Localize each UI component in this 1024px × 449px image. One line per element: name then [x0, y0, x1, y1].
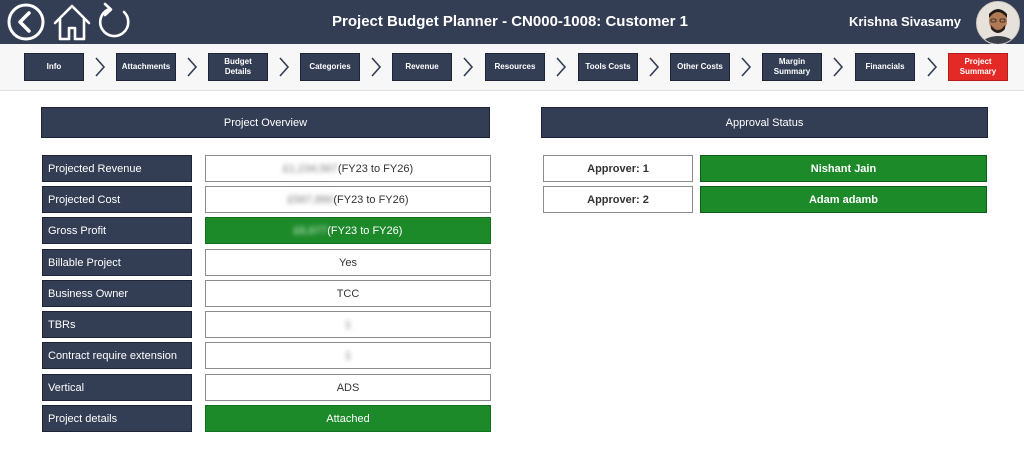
- gross-profit-label: Gross Profit: [42, 217, 192, 244]
- chevron-right-icon: [279, 57, 290, 77]
- step-categories[interactable]: Categories: [300, 53, 360, 81]
- contract-extension-value: 1: [205, 342, 491, 369]
- user-name: Krishna Sivasamy: [848, 14, 961, 29]
- projected-revenue-amount: £1,234,567: [282, 162, 338, 175]
- step-financials[interactable]: Financials: [855, 53, 915, 81]
- chevron-right-icon: [463, 57, 474, 77]
- chevron-right-icon: [649, 57, 660, 77]
- approver-1-name: Nishant Jain: [700, 155, 987, 182]
- billable-project-value: Yes: [205, 249, 491, 276]
- projected-revenue-label: Projected Revenue: [42, 155, 192, 182]
- vertical-value: ADS: [205, 374, 491, 401]
- step-other-costs[interactable]: Other Costs: [670, 53, 730, 81]
- tbrs-label: TBRs: [42, 311, 192, 338]
- contract-extension-label: Contract require extension: [42, 342, 192, 369]
- approval-status-header: Approval Status: [541, 107, 988, 138]
- project-overview-header: Project Overview: [41, 107, 490, 138]
- contract-extension-amount: 1: [344, 349, 352, 362]
- step-info[interactable]: Info: [24, 53, 84, 81]
- step-label: Revenue: [405, 62, 439, 71]
- chevron-right-icon: [741, 57, 752, 77]
- gross-profit-period: (FY23 to FY26): [327, 224, 403, 237]
- projected-cost-amount: £567,890: [287, 193, 334, 206]
- chevron-right-icon: [833, 57, 844, 77]
- step-label: Financials: [865, 62, 905, 71]
- approver-2-name: Adam adamb: [700, 186, 987, 213]
- step-label: Margin Summary: [773, 57, 811, 76]
- business-owner-label: Business Owner: [42, 280, 192, 307]
- step-label: Tools Costs: [585, 62, 631, 71]
- step-project-summary[interactable]: Project Summary: [948, 53, 1008, 81]
- step-label: Attachments: [121, 62, 171, 71]
- chevron-right-icon: [95, 57, 106, 77]
- step-tools-costs[interactable]: Tools Costs: [578, 53, 638, 81]
- projected-cost-label: Projected Cost: [42, 186, 192, 213]
- chevron-right-icon: [371, 57, 382, 77]
- step-resources[interactable]: Resources: [485, 53, 545, 81]
- approver-2-label: Approver: 2: [543, 186, 693, 213]
- gross-profit-value: £6,677 (FY23 to FY26): [205, 217, 491, 244]
- tbrs-amount: 1: [344, 318, 352, 331]
- vertical-label: Vertical: [42, 374, 192, 401]
- tbrs-value: 1: [205, 311, 491, 338]
- projected-revenue-period: (FY23 to FY26): [337, 162, 414, 175]
- chevron-right-icon: [556, 57, 567, 77]
- step-label: Other Costs: [677, 62, 723, 71]
- business-owner-value: TCC: [205, 280, 491, 307]
- step-label: Categories: [309, 62, 351, 71]
- project-details-label: Project details: [42, 405, 192, 432]
- back-button[interactable]: [4, 0, 48, 44]
- project-details-value: Attached: [205, 405, 491, 432]
- page-title: Project Budget Planner - CN000-1008: Cus…: [332, 13, 688, 30]
- step-margin-summary[interactable]: Margin Summary: [762, 53, 822, 81]
- step-label: Project Summary: [959, 57, 997, 76]
- approver-1-label: Approver: 1: [543, 155, 693, 182]
- projected-cost-value: £567,890 (FY23 to FY26): [205, 186, 491, 213]
- projected-revenue-value: £1,234,567 (FY23 to FY26): [205, 155, 491, 182]
- step-navigation: Info Attachments Budget Details Categori…: [0, 44, 1024, 91]
- step-label: Resources: [494, 62, 536, 71]
- home-button[interactable]: [50, 0, 94, 44]
- refresh-button[interactable]: [92, 0, 136, 44]
- step-budget-details[interactable]: Budget Details: [208, 53, 268, 81]
- back-arrow-icon: [7, 3, 45, 41]
- refresh-icon: [98, 2, 130, 38]
- chevron-right-icon: [927, 57, 938, 77]
- gross-profit-amount: £6,677: [293, 224, 328, 237]
- chevron-right-icon: [187, 57, 198, 77]
- step-revenue[interactable]: Revenue: [392, 53, 452, 81]
- user-photo-icon: [977, 2, 1019, 44]
- step-label: Info: [46, 62, 62, 71]
- home-icon: [53, 4, 91, 41]
- step-attachments[interactable]: Attachments: [116, 53, 176, 81]
- projected-cost-period: (FY23 to FY26): [333, 193, 409, 206]
- avatar: [976, 1, 1020, 45]
- step-label: Budget Details: [224, 57, 252, 76]
- top-bar: Project Budget Planner - CN000-1008: Cus…: [0, 0, 1024, 45]
- billable-project-label: Billable Project: [42, 249, 192, 276]
